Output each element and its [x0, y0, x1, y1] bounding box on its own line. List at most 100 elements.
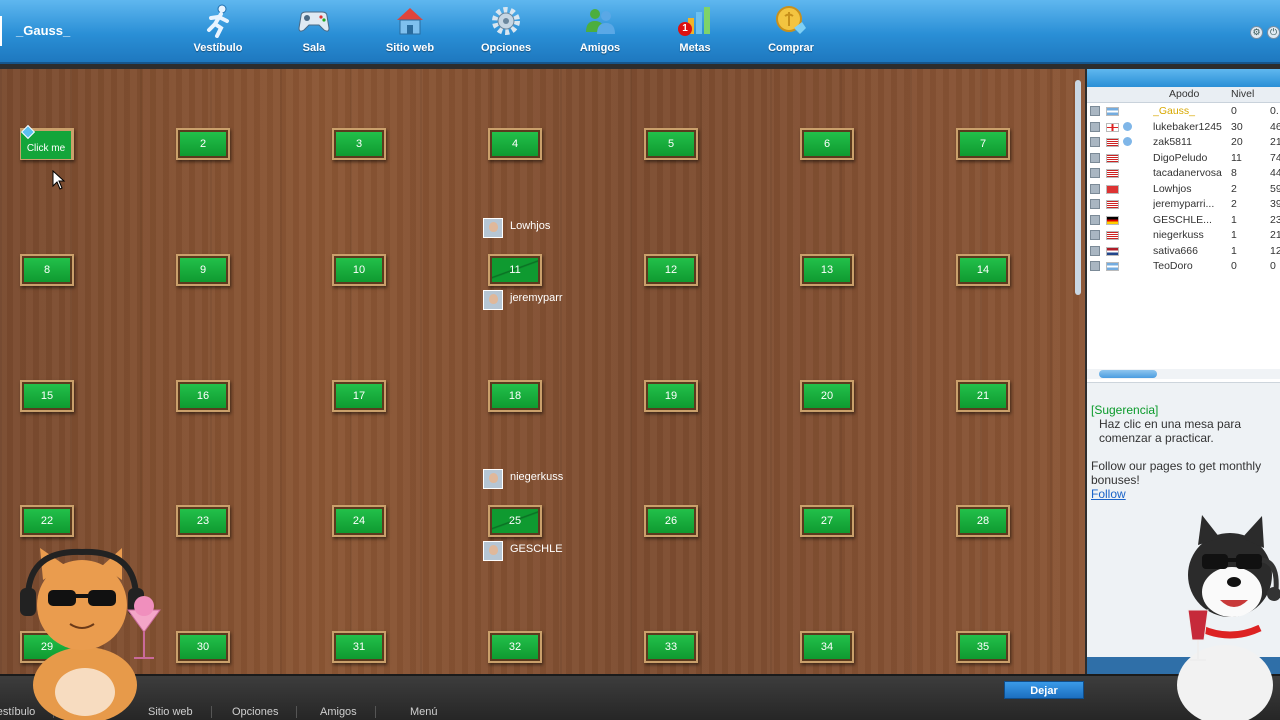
player-row[interactable]: sativa666 1 12 — [1087, 244, 1280, 259]
pool-table-20[interactable]: 20 — [800, 380, 854, 412]
scrollbar-thumb[interactable] — [1099, 370, 1157, 378]
player-pic-icon — [1090, 183, 1100, 194]
pool-table-23[interactable]: 23 — [176, 505, 230, 537]
table-number: 7 — [960, 132, 1006, 156]
bar-chart-icon: 1 — [678, 4, 712, 38]
leave-button[interactable]: Dejar — [1004, 681, 1084, 699]
nav-sala-button[interactable]: Sala — [269, 2, 359, 60]
flag-icon — [1106, 184, 1119, 194]
pool-table-35[interactable]: 35 — [956, 631, 1010, 663]
player-row[interactable]: lukebaker1245 30 46 — [1087, 120, 1280, 135]
pool-table-12[interactable]: 12 — [644, 254, 698, 286]
player-row[interactable]: tacadanervosa 8 44 — [1087, 166, 1280, 181]
pool-table-4[interactable]: 4 — [488, 128, 542, 160]
pool-table-31[interactable]: 31 — [332, 631, 386, 663]
player-pic-icon — [1090, 199, 1100, 209]
pool-table-8[interactable]: 8 — [20, 254, 74, 286]
house-icon — [393, 4, 427, 38]
table-number: 17 — [336, 384, 382, 408]
pool-table-14[interactable]: 14 — [956, 254, 1010, 286]
pool-table-17[interactable]: 17 — [332, 380, 386, 412]
player-name: Lowhjos — [510, 220, 551, 232]
pool-table-9[interactable]: 9 — [176, 254, 230, 286]
player-avatar — [483, 218, 503, 238]
nav-amigos-button[interactable]: Amigos — [555, 2, 645, 60]
player-points: 0 — [1270, 260, 1276, 272]
player-row[interactable]: zak5811 20 21 — [1087, 135, 1280, 150]
player-row[interactable]: jeremyparri... 2 39 — [1087, 197, 1280, 212]
pool-table-15[interactable]: 15 — [20, 380, 74, 412]
bottom-menu-opciones[interactable]: Opciones — [232, 706, 298, 718]
player-row[interactable]: TeoDoro 0 0 — [1087, 259, 1280, 274]
pool-table-24[interactable]: 24 — [332, 505, 386, 537]
player-level: 30 — [1231, 120, 1243, 133]
pool-table-19[interactable]: 19 — [644, 380, 698, 412]
player-name: GESCHLE — [510, 543, 563, 555]
pool-table-21[interactable]: 21 — [956, 380, 1010, 412]
players-horizontal-scrollbar[interactable] — [1087, 369, 1280, 379]
table-number: 33 — [648, 635, 694, 659]
pool-table-25[interactable]: 25 — [488, 505, 542, 537]
column-header-nick[interactable]: Apodo — [1169, 88, 1199, 100]
bottom-bar: Dejar Vestíbulo Sitio web Opciones Amigo… — [0, 674, 1280, 720]
bottom-menu-amigos[interactable]: Amigos — [320, 706, 376, 718]
pool-table-27[interactable]: 27 — [800, 505, 854, 537]
player-points: 12 — [1270, 244, 1280, 257]
player-points: 44 — [1270, 167, 1280, 179]
pool-table-13[interactable]: 13 — [800, 254, 854, 286]
player-row[interactable]: _Gauss_ 0 0. — [1087, 104, 1280, 119]
cat-mascot-icon — [20, 548, 161, 720]
player-level: 2 — [1231, 182, 1237, 195]
hint-body: Haz clic en una mesa para comenzar a pra… — [1099, 417, 1242, 445]
pool-table-28[interactable]: 28 — [956, 505, 1010, 537]
nav-comprar-button[interactable]: Comprar — [746, 2, 836, 60]
metas-badge: 1 — [678, 22, 692, 36]
pool-table-10[interactable]: 10 — [332, 254, 386, 286]
pool-table-2[interactable]: 2 — [176, 128, 230, 160]
follow-link[interactable]: Follow — [1091, 487, 1126, 501]
player-name: jeremyparr — [510, 292, 563, 304]
column-header-level[interactable]: Nivel — [1231, 88, 1254, 100]
pool-table-7[interactable]: 7 — [956, 128, 1010, 160]
pool-table-3[interactable]: 3 — [332, 128, 386, 160]
pool-table-22[interactable]: 22 — [20, 505, 74, 537]
table-number: 6 — [804, 132, 850, 156]
pool-table-26[interactable]: 26 — [644, 505, 698, 537]
pool-table-18[interactable]: 18 — [488, 380, 542, 412]
pool-table-16[interactable]: 16 — [176, 380, 230, 412]
player-pic-icon — [1090, 214, 1100, 225]
player-level: 8 — [1231, 167, 1237, 179]
player-row[interactable]: niegerkuss 1 21 — [1087, 228, 1280, 243]
table-number: 21 — [960, 384, 1006, 408]
nav-opciones-button[interactable]: Opciones — [461, 2, 551, 60]
pool-table-5[interactable]: 5 — [644, 128, 698, 160]
flag-icon — [1106, 107, 1119, 116]
player-row[interactable]: Lowhjos 2 59 — [1087, 182, 1280, 197]
player-pic-icon — [1090, 152, 1100, 163]
pool-table-32[interactable]: 32 — [488, 631, 542, 663]
power-round-icon[interactable]: ⏻ — [1267, 26, 1280, 39]
table-number: 3 — [336, 132, 382, 156]
settings-round-icon[interactable]: ⚙ — [1250, 26, 1263, 39]
pool-table-33[interactable]: 33 — [644, 631, 698, 663]
mouse-cursor-icon — [52, 170, 66, 190]
click-me-tooltip[interactable]: Click me — [20, 124, 72, 160]
table-number: 9 — [180, 258, 226, 282]
nav-vestibulo-button[interactable]: Vestíbulo — [173, 2, 263, 60]
bottom-menu-menu[interactable]: Menú — [410, 706, 456, 718]
table-number: 8 — [24, 258, 70, 282]
pool-table-30[interactable]: 30 — [176, 631, 230, 663]
pool-table-6[interactable]: 6 — [800, 128, 854, 160]
flag-icon — [1106, 122, 1119, 132]
nav-metas-button[interactable]: 1 Metas — [650, 2, 740, 60]
player-row[interactable]: GESCHLE... 1 23 — [1087, 213, 1280, 228]
pool-table-11[interactable]: 11 — [488, 254, 542, 286]
floor-scrollbar[interactable] — [1075, 80, 1081, 295]
nav-sitio-web-button[interactable]: Sitio web — [365, 2, 455, 60]
table-number: 4 — [492, 132, 538, 156]
table-number: 25 — [492, 509, 538, 533]
player-row[interactable]: DigoPeludo 11 74 — [1087, 151, 1280, 166]
pool-table-34[interactable]: 34 — [800, 631, 854, 663]
badge-icon — [1123, 137, 1132, 146]
player-nick: niegerkuss — [1153, 229, 1204, 241]
